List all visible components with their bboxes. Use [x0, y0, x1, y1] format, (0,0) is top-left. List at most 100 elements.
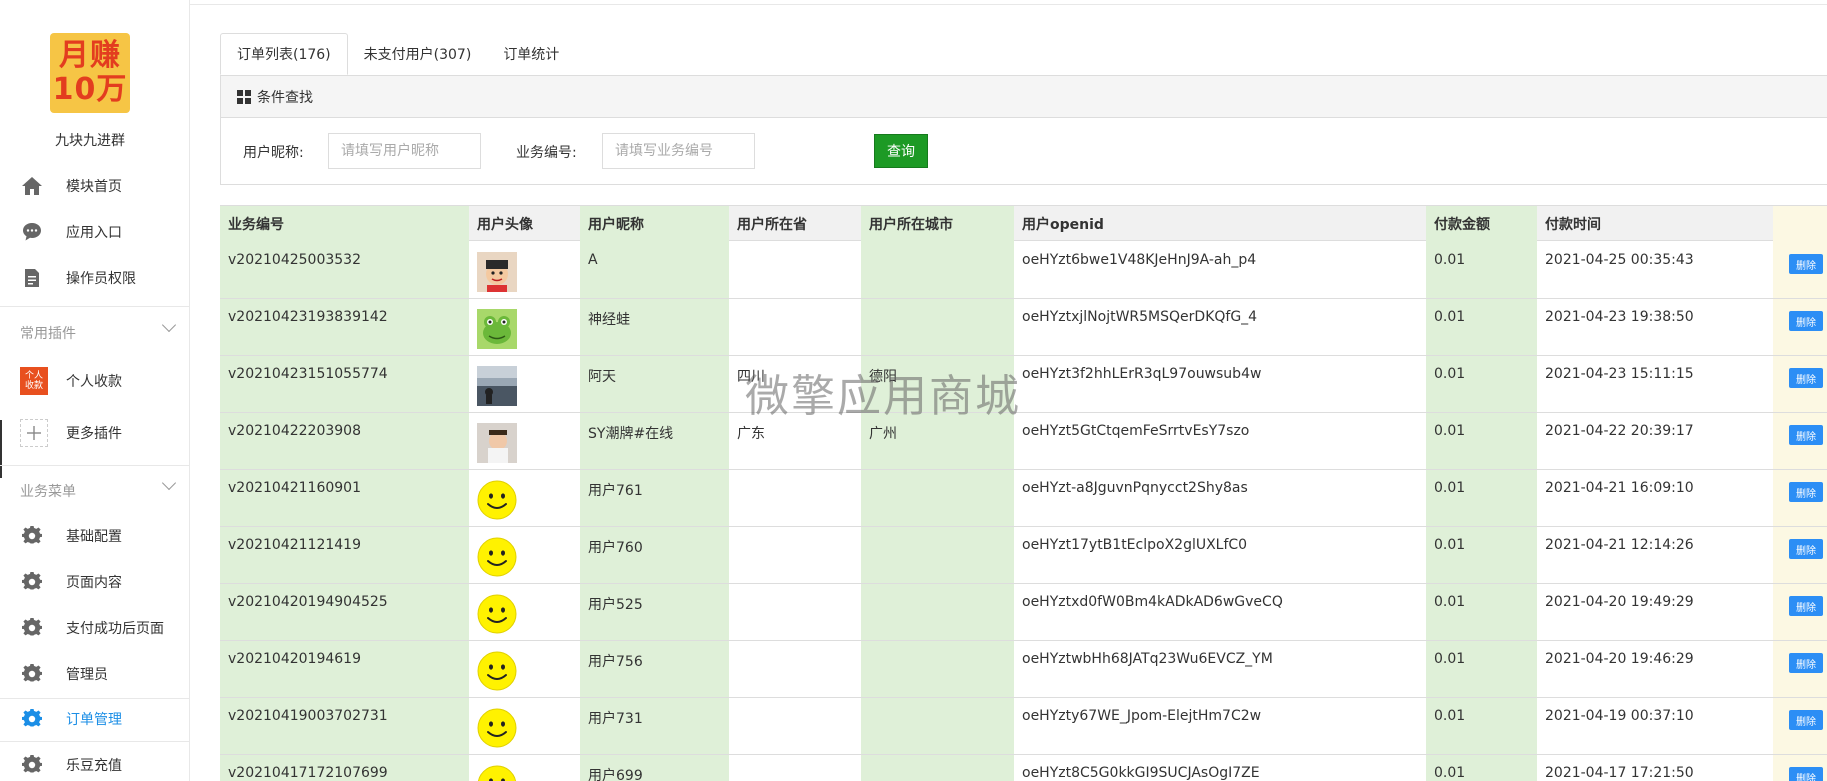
cell-province: 四川: [737, 369, 765, 385]
delete-button[interactable]: 删除: [1789, 653, 1823, 673]
sidebar-item-label: 基础配置: [66, 529, 122, 545]
cell-nickname: 用户731: [580, 698, 729, 754]
chat-icon: [20, 220, 44, 244]
chevron-down-icon[interactable]: [161, 317, 177, 333]
cell-actions: 删除: [1773, 641, 1827, 697]
sidebar-item-personal-payment[interactable]: 个人收款 个人收款: [0, 361, 189, 401]
sidebar-item-ledou-recharge[interactable]: 乐豆充值: [0, 745, 189, 781]
cell-actions: 删除: [1773, 299, 1827, 355]
cell-actions: 删除: [1773, 527, 1827, 583]
cell-openid: oeHYzt5GtCtqemFeSrrtvEsY7szo: [1022, 423, 1250, 439]
gear-icon: [20, 753, 44, 777]
search-form: 用户昵称: 业务编号: 查询: [221, 133, 1827, 169]
sidebar-item-basic-config[interactable]: 基础配置: [0, 516, 189, 556]
sidebar-divider: [0, 306, 189, 307]
sidebar-item-app-entry[interactable]: 应用入口: [0, 212, 189, 252]
grid-icon: [237, 89, 251, 104]
table-header: 业务编号 用户头像 用户昵称 用户所在省 用户所在城市 用户openid 付款金…: [220, 205, 1827, 242]
tab-bar: 订单列表(176) 未支付用户(307) 订单统计: [220, 33, 575, 75]
nickname-input[interactable]: [328, 133, 481, 169]
sidebar-item-module-home[interactable]: 模块首页: [0, 166, 189, 206]
order-no-input[interactable]: [602, 133, 755, 169]
gear-icon: [20, 570, 44, 594]
cell-nickname: 神经蛙: [580, 299, 729, 355]
cell-city: 广州: [861, 413, 1014, 469]
gear-icon: [20, 707, 44, 731]
tab-unpaid-users[interactable]: 未支付用户(307): [348, 33, 488, 75]
cell-city: [861, 641, 1014, 697]
cell-avatar: [469, 755, 580, 781]
sidebar-item-page-content[interactable]: 页面内容: [0, 562, 189, 602]
table-row: v20210419003702731 用户731 oeHYzty67WE_Jpom-…: [220, 698, 1827, 755]
cell-province: [729, 584, 861, 640]
delete-button[interactable]: 删除: [1789, 254, 1823, 274]
column-header-openid: 用户openid: [1022, 217, 1104, 233]
delete-button[interactable]: 删除: [1789, 539, 1823, 559]
cell-pay-time: 2021-04-23 15:11:15: [1545, 366, 1694, 382]
table-row: v20210425003532 AoeHYzt6bwe1V48KJeHnJ9A-a…: [220, 242, 1827, 299]
delete-button[interactable]: 删除: [1789, 596, 1823, 616]
cell-openid: oeHYzt6bwe1V48KJeHnJ9A-ah_p4: [1022, 252, 1257, 268]
cell-actions: 删除: [1773, 413, 1827, 469]
sidebar-item-label: 页面内容: [66, 575, 122, 591]
cell-city: [861, 242, 1014, 298]
table-row: v20210421121419 用户760 oeHYzt17ytB1tEclpoX2…: [220, 527, 1827, 584]
cell-nickname: 用户699: [580, 755, 729, 781]
gear-icon: [20, 524, 44, 548]
cell-city: [861, 584, 1014, 640]
tab-order-list[interactable]: 订单列表(176): [220, 33, 348, 75]
cell-openid: oeHYztxjlNojtWR5MSQerDKQfG_4: [1022, 309, 1258, 325]
sidebar-item-label: 管理员: [66, 667, 108, 683]
cell-actions: 删除: [1773, 356, 1827, 412]
cell-amount: 0.01: [1426, 470, 1537, 526]
delete-button[interactable]: 删除: [1789, 311, 1823, 331]
smiley-avatar-icon: [477, 708, 517, 748]
smiley-avatar-icon: [477, 594, 517, 634]
table-row: v20210423151055774 阿天 四川 德阳 oeHYzt3f2hhLErR3…: [220, 356, 1827, 413]
smiley-avatar-icon: [477, 651, 517, 691]
cell-amount: 0.01: [1426, 527, 1537, 583]
chevron-down-icon[interactable]: [161, 475, 177, 491]
cell-nickname: 阿天: [580, 356, 729, 412]
cell-pay-time: 2021-04-17 17:21:50: [1545, 765, 1694, 781]
delete-button[interactable]: 删除: [1789, 368, 1823, 388]
delete-button[interactable]: 删除: [1789, 767, 1823, 781]
delete-button[interactable]: 删除: [1789, 425, 1823, 445]
delete-button[interactable]: 删除: [1789, 482, 1823, 502]
sidebar-item-administrator[interactable]: 管理员: [0, 654, 189, 694]
sidebar-item-payment-success-page[interactable]: 支付成功后页面: [0, 608, 189, 648]
cell-openid: oeHYztwbHh68JATq23Wu6EVCZ_YM: [1022, 651, 1273, 667]
column-header-avatar: 用户头像: [477, 217, 533, 233]
cell-actions: 删除: [1773, 698, 1827, 754]
sidebar-item-label: 个人收款: [66, 374, 122, 390]
table-row: v20210420194619 用户756 oeHYztwbHh68JATq23Wu…: [220, 641, 1827, 698]
search-panel: 条件查找 用户昵称: 业务编号: 查询: [220, 75, 1827, 185]
sidebar-item-label: 操作员权限: [66, 271, 136, 287]
cell-amount: 0.01: [1426, 356, 1537, 412]
query-button[interactable]: 查询: [874, 134, 928, 168]
cell-province: [729, 698, 861, 754]
cell-province: [729, 641, 861, 697]
cell-openid: oeHYzt8C5G0kkGI9SUCJAsOgI7ZE: [1022, 765, 1260, 781]
cell-actions: 删除: [1773, 470, 1827, 526]
table-row: v20210422203908 SY潮牌#在线 广东 广州 oeHYzt5GtCtqem…: [220, 413, 1827, 470]
cell-amount: 0.01: [1426, 641, 1537, 697]
search-panel-title: 条件查找: [257, 89, 313, 106]
cell-openid: oeHYzt-a8JguvnPqnycct2Shy8as: [1022, 480, 1248, 496]
cell-city: [861, 698, 1014, 754]
cell-avatar: [469, 641, 580, 697]
cell-avatar: [469, 413, 580, 469]
logo-line-2: 10万: [52, 72, 128, 107]
sidebar-divider: [0, 465, 189, 466]
delete-button[interactable]: 删除: [1789, 710, 1823, 730]
logo-line-1: 月赚: [59, 38, 121, 73]
tab-order-statistics[interactable]: 订单统计: [487, 33, 575, 75]
cell-avatar: [469, 356, 580, 412]
sidebar-item-more-plugins[interactable]: 更多插件: [0, 413, 189, 453]
column-header-actions: [1773, 206, 1827, 242]
sidebar-item-operator-permissions[interactable]: 操作员权限: [0, 258, 189, 298]
cell-nickname: 用户760: [580, 527, 729, 583]
order-no-label: 业务编号:: [516, 145, 577, 161]
cell-avatar: [469, 242, 580, 298]
sidebar-item-order-management[interactable]: 订单管理: [0, 699, 189, 739]
